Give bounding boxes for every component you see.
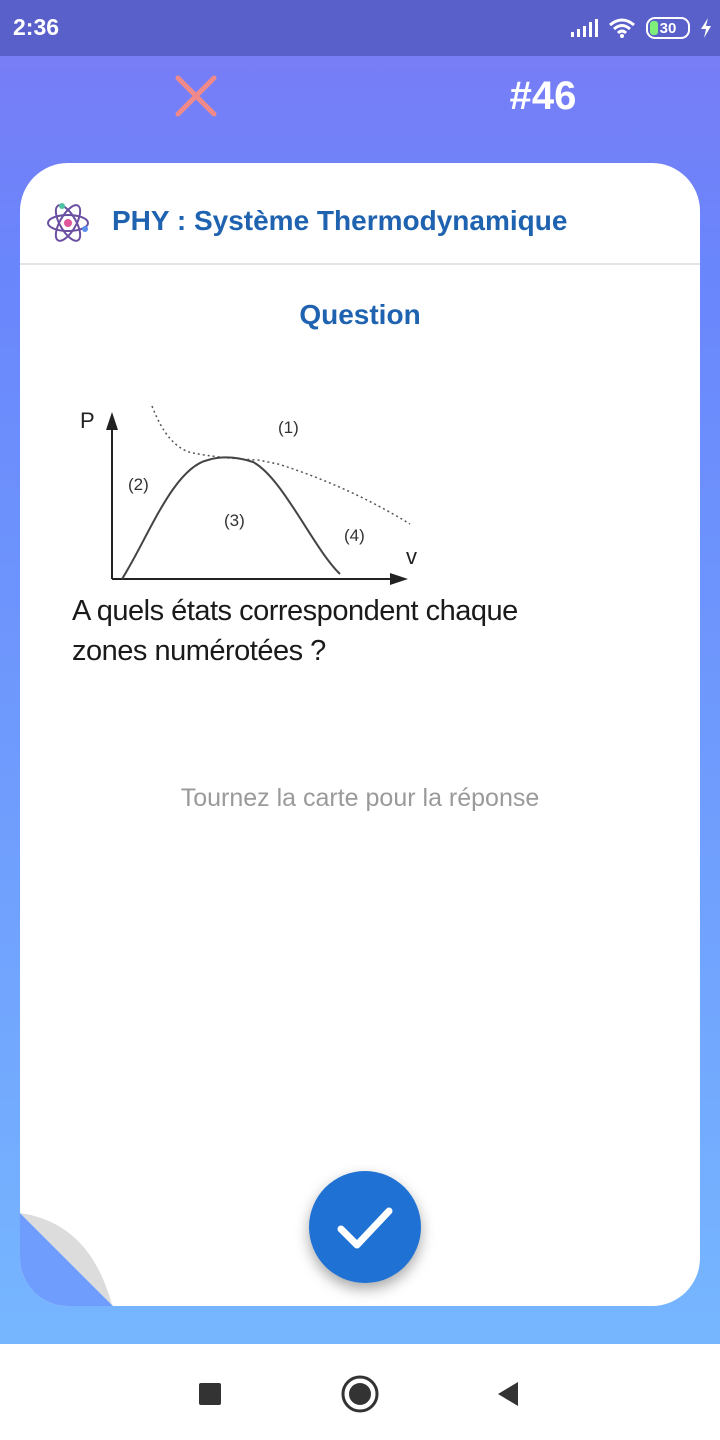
status-bar: 2:36 30 xyxy=(0,0,720,56)
card-header: PHY : Système Thermodynamique xyxy=(20,163,700,265)
flip-hint: Tournez la carte pour la réponse xyxy=(180,784,540,812)
zone-label-3: (3) xyxy=(224,511,245,530)
question-line-2: zones numérotées ? xyxy=(72,635,326,667)
signal-icon xyxy=(571,19,598,37)
zone-label-1: (1) xyxy=(278,418,299,437)
topic-title: PHY : Système Thermodynamique xyxy=(112,205,568,236)
navigation-bar xyxy=(0,1344,720,1440)
wifi-icon xyxy=(609,18,635,38)
pressure-axis-label: P xyxy=(80,408,95,433)
status-icons: 30 xyxy=(570,14,712,42)
back-button[interactable] xyxy=(488,1374,528,1414)
status-time: 2:36 xyxy=(13,14,60,40)
check-icon xyxy=(337,1207,393,1249)
atom-icon xyxy=(47,203,89,242)
question-text: A quels états correspondent chaque zones… xyxy=(72,591,632,671)
home-circle-icon xyxy=(341,1375,379,1413)
zone-label-4: (4) xyxy=(344,526,365,545)
flashcard[interactable]: PHY : Système Thermodynamique Question P… xyxy=(20,163,700,1306)
battery-level: 30 xyxy=(659,19,677,37)
close-button[interactable] xyxy=(170,70,222,122)
volume-axis-label: v xyxy=(406,544,417,569)
close-icon xyxy=(175,75,217,117)
recents-button[interactable] xyxy=(190,1374,230,1414)
card-number: #46 xyxy=(509,74,577,118)
question-line-1: A quels états correspondent chaque xyxy=(72,595,518,627)
home-button[interactable] xyxy=(340,1374,380,1414)
recents-square-icon xyxy=(199,1383,221,1405)
confirm-button[interactable] xyxy=(309,1171,421,1283)
page-curl-icon[interactable] xyxy=(20,1213,116,1306)
charging-icon xyxy=(701,18,711,38)
zone-label-2: (2) xyxy=(128,475,149,494)
battery-icon: 30 xyxy=(646,17,690,39)
question-heading: Question xyxy=(299,299,421,330)
back-triangle-icon xyxy=(498,1382,518,1406)
